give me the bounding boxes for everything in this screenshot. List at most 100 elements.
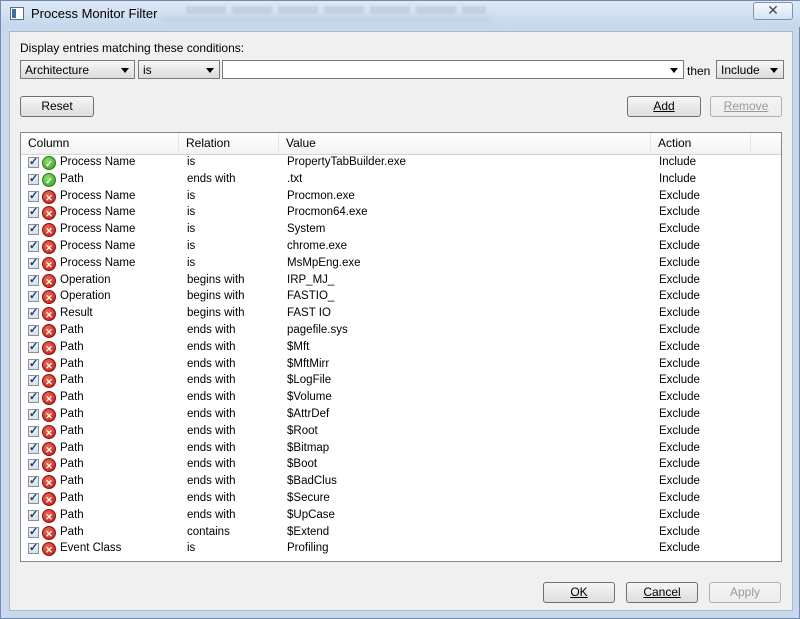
row-relation-cell: ends with — [187, 172, 236, 185]
row-action-cell: Exclude — [659, 407, 700, 420]
column-dropdown[interactable]: Architecture — [20, 60, 135, 79]
table-row[interactable]: ✕ Process Name is Procmon64.exe Exclude — [21, 205, 781, 222]
ok-button[interactable]: OK — [543, 582, 615, 603]
table-row[interactable]: ✕ Path ends with $Secure Exclude — [21, 491, 781, 508]
enabled-checkbox[interactable] — [28, 222, 39, 236]
title-bar: Process Monitor Filter ✕ — [1, 1, 800, 27]
row-action-cell: Exclude — [659, 525, 700, 538]
header-value[interactable]: Value — [279, 133, 651, 154]
table-row[interactable]: ✕ Process Name is chrome.exe Exclude — [21, 239, 781, 256]
table-row[interactable]: ✕ Path ends with $Volume Exclude — [21, 390, 781, 407]
table-row[interactable]: ✕ Process Name is Procmon.exe Exclude — [21, 189, 781, 206]
header-action[interactable]: Action — [651, 133, 751, 154]
table-row[interactable]: ✕ Operation begins with IRP_MJ_ Exclude — [21, 273, 781, 290]
table-row[interactable]: ✕ Operation begins with FASTIO_ Exclude — [21, 289, 781, 306]
row-column-cell: Path — [60, 323, 84, 336]
value-combobox[interactable] — [222, 60, 684, 79]
enabled-checkbox[interactable] — [28, 323, 39, 336]
relation-dropdown-value: is — [143, 63, 152, 77]
table-row[interactable]: ✓ Process Name is PropertyTabBuilder.exe Inc… — [21, 155, 781, 172]
table-row[interactable]: ✕ Path ends with $Bitmap Exclude — [21, 441, 781, 458]
table-row[interactable]: ✕ Path ends with $AttrDef Exclude — [21, 407, 781, 424]
table-row[interactable]: ✕ Result begins with FAST IO Exclude — [21, 306, 781, 323]
table-row[interactable]: ✕ Path ends with $UpCase Exclude — [21, 508, 781, 525]
table-row[interactable]: ✕ Path ends with $BadClus Exclude — [21, 474, 781, 491]
enabled-checkbox[interactable] — [28, 289, 39, 303]
enabled-checkbox[interactable] — [28, 541, 39, 555]
close-button[interactable]: ✕ — [753, 2, 793, 20]
enabled-checkbox[interactable] — [28, 525, 39, 538]
row-action-cell: Exclude — [659, 223, 700, 236]
exclude-x-icon: ✕ — [42, 239, 56, 254]
row-relation-cell: ends with — [187, 357, 236, 370]
row-column-cell: Path — [60, 172, 84, 185]
enabled-checkbox[interactable] — [28, 172, 39, 185]
enabled-checkbox[interactable] — [28, 189, 39, 202]
enabled-checkbox[interactable] — [28, 340, 39, 353]
blurred-title-text-2 — [161, 16, 491, 22]
cancel-button[interactable]: Cancel — [626, 582, 698, 603]
table-row[interactable]: ✕ Path ends with $LogFile Exclude — [21, 373, 781, 390]
row-value-cell: $Extend — [287, 525, 330, 538]
row-action-cell: Exclude — [659, 256, 700, 269]
remove-button[interactable]: Remove — [710, 96, 782, 117]
row-action-cell: Exclude — [659, 374, 700, 387]
row-action-cell: Include — [659, 156, 697, 168]
add-button[interactable]: Add — [627, 96, 701, 117]
enabled-checkbox[interactable] — [28, 306, 39, 320]
table-row[interactable]: ✕ Process Name is System Exclude — [21, 222, 781, 239]
filter-list[interactable]: Column Relation Value Action ✓ Process Na… — [20, 132, 782, 562]
exclude-x-icon: ✕ — [42, 491, 56, 506]
column-dropdown-value: Architecture — [25, 63, 90, 77]
enabled-checkbox[interactable] — [28, 390, 39, 404]
row-column-cell: Result — [60, 307, 93, 320]
relation-dropdown[interactable]: is — [138, 60, 220, 79]
row-action-cell: Exclude — [659, 273, 700, 286]
enabled-checkbox[interactable] — [28, 457, 39, 471]
action-dropdown-value: Include — [721, 63, 760, 77]
table-row[interactable]: ✕ Path ends with $MftMirr Exclude — [21, 357, 781, 374]
reset-button[interactable]: Reset — [20, 96, 94, 117]
row-column-cell: Path — [60, 458, 84, 471]
enabled-checkbox[interactable] — [28, 373, 39, 387]
enabled-checkbox[interactable] — [28, 441, 39, 454]
apply-button[interactable]: Apply — [709, 582, 781, 603]
table-row[interactable]: ✕ Event Class is Profiling Exclude — [21, 541, 781, 558]
row-relation-cell: is — [187, 239, 196, 252]
table-row[interactable]: ✕ Path contains $Extend Exclude — [21, 525, 781, 542]
enabled-checkbox[interactable] — [28, 357, 39, 370]
enabled-checkbox[interactable] — [28, 205, 39, 219]
enabled-checkbox[interactable] — [28, 256, 39, 269]
row-relation-cell: ends with — [187, 491, 236, 504]
table-row[interactable]: ✕ Path ends with $Mft Exclude — [21, 340, 781, 357]
row-column-cell: Path — [60, 508, 84, 521]
exclude-x-icon: ✕ — [42, 323, 56, 338]
action-dropdown[interactable]: Include — [716, 60, 784, 79]
row-action-cell: Exclude — [659, 290, 700, 303]
row-relation-cell: ends with — [187, 391, 236, 404]
enabled-checkbox[interactable] — [28, 407, 39, 420]
enabled-checkbox[interactable] — [28, 508, 39, 521]
exclude-x-icon: ✕ — [42, 357, 56, 372]
enabled-checkbox[interactable] — [28, 474, 39, 488]
enabled-checkbox[interactable] — [28, 155, 39, 168]
row-column-cell: Path — [60, 525, 84, 538]
exclude-x-icon: ✕ — [42, 525, 56, 540]
row-action-cell: Exclude — [659, 424, 700, 437]
header-column[interactable]: Column — [21, 133, 179, 154]
exclude-x-icon: ✕ — [42, 542, 56, 557]
enabled-checkbox[interactable] — [28, 273, 39, 286]
exclude-x-icon: ✕ — [42, 273, 56, 288]
exclude-x-icon: ✕ — [42, 290, 56, 305]
exclude-x-icon: ✕ — [42, 458, 56, 473]
table-row[interactable]: ✕ Path ends with $Boot Exclude — [21, 457, 781, 474]
table-row[interactable]: ✕ Path ends with pagefile.sys Exclude — [21, 323, 781, 340]
enabled-checkbox[interactable] — [28, 424, 39, 437]
table-row[interactable]: ✕ Path ends with $Root Exclude — [21, 424, 781, 441]
header-relation[interactable]: Relation — [179, 133, 279, 154]
enabled-checkbox[interactable] — [28, 239, 39, 252]
table-row[interactable]: ✕ Process Name is MsMpEng.exe Exclude — [21, 256, 781, 273]
table-row[interactable]: ✓ Path ends with .txt Include — [21, 172, 781, 189]
enabled-checkbox[interactable] — [28, 491, 39, 504]
include-check-icon: ✓ — [42, 172, 56, 187]
